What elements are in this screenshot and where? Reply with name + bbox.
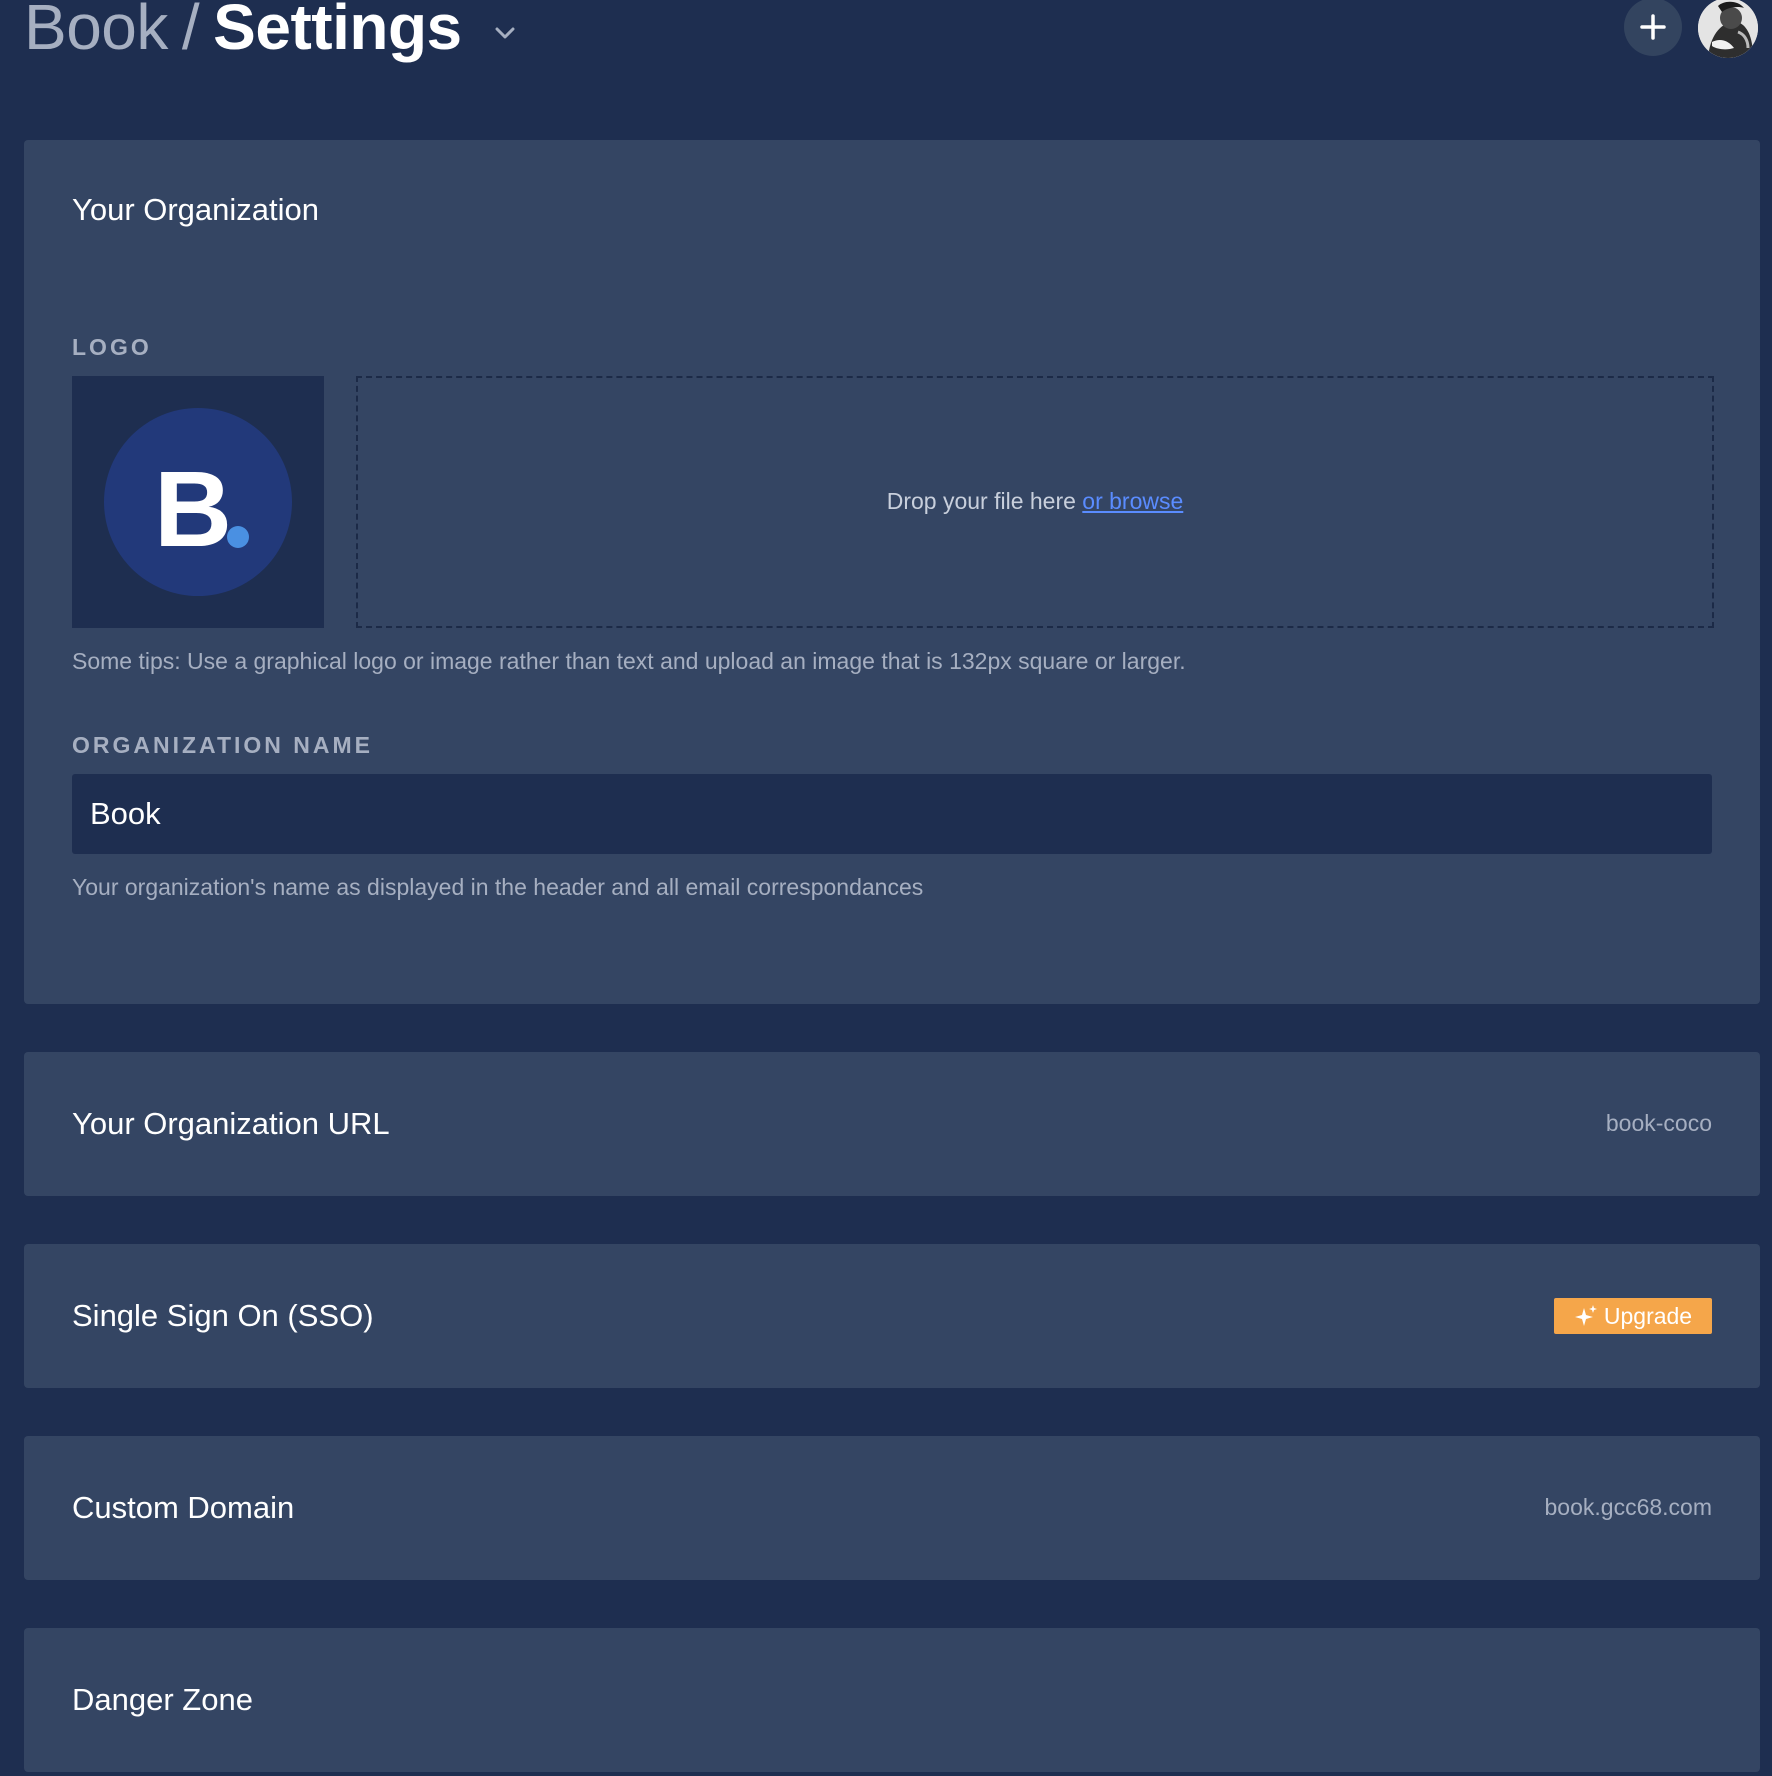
breadcrumb: Book / Settings [24,0,462,62]
page-title: Settings [213,0,462,63]
org-name-help: Your organization's name as displayed in… [72,874,924,900]
organization-card: Your Organization LOGO B Drop your file … [24,140,1760,1004]
danger-zone-title: Danger Zone [72,1682,253,1717]
breadcrumb-separator: / [181,0,200,63]
org-name-label: ORGANIZATION NAME [72,732,374,758]
danger-zone-card[interactable]: Danger Zone [24,1628,1760,1772]
org-url-value: book-coco [1605,1110,1712,1136]
logo-preview: B [72,376,324,628]
dropzone-label: Drop your file here [886,488,1076,514]
section-title: Your Organization [72,192,320,227]
top-header: Book / Settings [0,0,1772,80]
dropzone-text: Drop your file here or browse [358,488,1712,515]
sso-card[interactable]: Single Sign On (SSO) Upgrade [24,1244,1760,1388]
custom-domain-card[interactable]: Custom Domain book.gcc68.com [24,1436,1760,1580]
user-avatar[interactable] [1698,0,1758,58]
chevron-down-icon[interactable] [490,18,520,48]
org-name-input[interactable] [72,774,1712,854]
upgrade-label: Upgrade [1603,1302,1693,1329]
plus-icon [1640,14,1666,40]
logo-dropzone[interactable]: Drop your file here or browse [356,376,1714,628]
logo-image: B [104,408,292,596]
breadcrumb-org[interactable]: Book [24,0,168,63]
add-button[interactable] [1624,0,1682,56]
browse-link[interactable]: or browse [1082,488,1183,514]
upgrade-button[interactable]: Upgrade [1554,1298,1712,1334]
logo-label: LOGO [72,334,152,360]
svg-text:B: B [154,448,232,569]
sparkle-icon [1574,1305,1597,1326]
custom-domain-title: Custom Domain [72,1490,295,1525]
logo-tips: Some tips: Use a graphical logo or image… [72,648,1186,674]
org-url-card[interactable]: Your Organization URL book-coco [24,1052,1760,1196]
custom-domain-value: book.gcc68.com [1544,1494,1712,1520]
org-url-title: Your Organization URL [72,1106,390,1141]
avatar-image [1698,0,1758,58]
sso-title: Single Sign On (SSO) [72,1298,374,1333]
